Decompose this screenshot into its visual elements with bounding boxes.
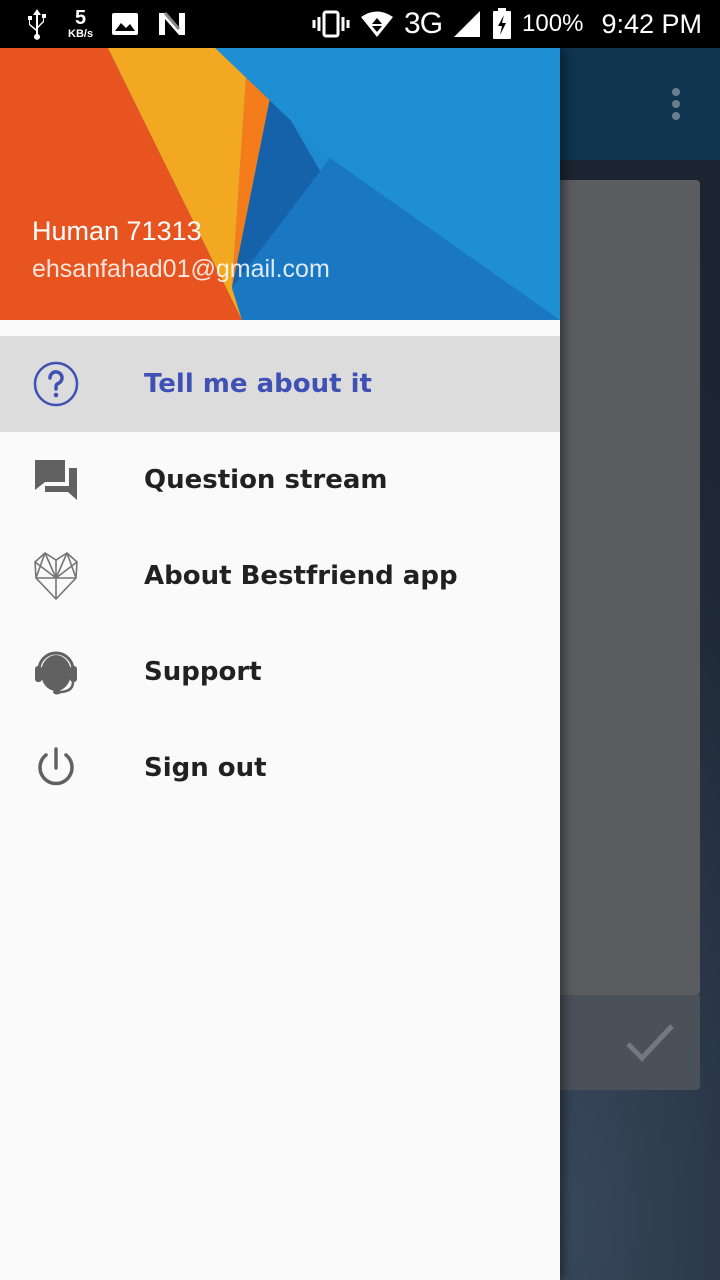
network-speed-value: 5	[74, 7, 87, 29]
network-speed: 5 KB/s	[68, 8, 93, 40]
menu-item-question-stream[interactable]: Question stream	[0, 432, 560, 528]
image-icon	[111, 12, 139, 36]
menu-item-about-bestfriend-app[interactable]: About Bestfriend app	[0, 528, 560, 624]
menu-item-label: About Bestfriend app	[144, 561, 458, 591]
n-app-icon	[157, 11, 187, 37]
drawer-header: Human 71313 ehsanfahad01@gmail.com	[0, 48, 560, 320]
menu-item-label: Support	[144, 657, 262, 687]
background-app-toolbar	[560, 48, 720, 160]
forum-icon	[0, 456, 144, 504]
network-speed-unit: KB/s	[68, 28, 94, 40]
menu-item-support[interactable]: Support	[0, 624, 560, 720]
drawer-menu: Tell me about it Question stream About B…	[0, 336, 560, 816]
vibrate-icon	[312, 10, 350, 38]
clock: 9:42 PM	[601, 8, 702, 39]
help-circle-icon	[0, 360, 144, 408]
user-email: ehsanfahad01@gmail.com	[32, 255, 330, 283]
headset-icon	[0, 646, 144, 698]
menu-item-tell-me-about-it[interactable]: Tell me about it	[0, 336, 560, 432]
battery-percent: 100%	[522, 10, 584, 37]
heart-logo-icon	[0, 550, 144, 602]
power-icon	[0, 744, 144, 792]
signal-icon	[452, 9, 482, 39]
usb-icon	[24, 7, 50, 41]
navigation-drawer: Human 71313 ehsanfahad01@gmail.com Tell …	[0, 48, 560, 1280]
menu-item-label: Tell me about it	[144, 369, 372, 399]
status-bar: 5 KB/s 3G 100% 9:42 PM	[0, 0, 720, 48]
wifi-icon	[360, 10, 394, 38]
menu-item-sign-out[interactable]: Sign out	[0, 720, 560, 816]
check-icon[interactable]	[622, 1020, 678, 1066]
user-name: Human 71313	[32, 216, 202, 246]
menu-item-label: Sign out	[144, 753, 267, 783]
overflow-menu-icon[interactable]	[662, 82, 690, 126]
network-type: 3G	[404, 7, 443, 40]
battery-charging-icon	[492, 8, 512, 40]
menu-item-label: Question stream	[144, 465, 388, 495]
